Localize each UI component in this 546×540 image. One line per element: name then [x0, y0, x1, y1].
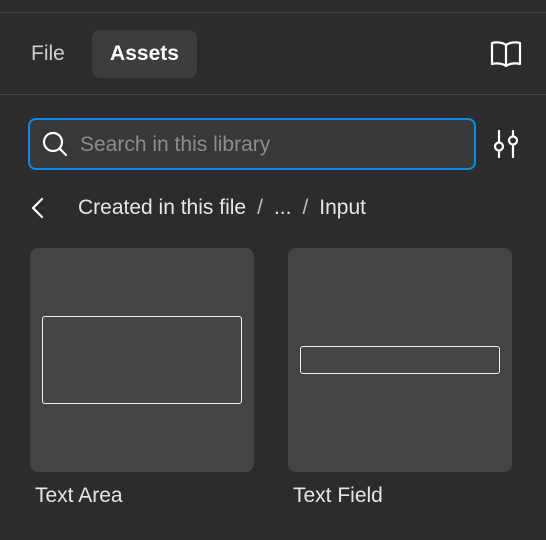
- sliders-icon[interactable]: [492, 128, 520, 160]
- tab-file[interactable]: File: [18, 30, 78, 78]
- breadcrumb-created-in-this-file[interactable]: Created in this file: [78, 196, 246, 219]
- search-box[interactable]: [28, 118, 476, 170]
- breadcrumb-current-input: Input: [319, 196, 367, 219]
- open-book-icon[interactable]: [490, 40, 522, 68]
- breadcrumb: Created in this file /... / Input: [78, 192, 366, 224]
- tabs-divider: [0, 94, 546, 95]
- search-icon: [42, 131, 68, 157]
- component-card-text-field[interactable]: [288, 248, 512, 472]
- component-name: Text Area: [35, 484, 123, 507]
- search-input[interactable]: [78, 120, 462, 170]
- text-area-preview: [42, 316, 242, 404]
- breadcrumb-separator: /: [257, 196, 263, 219]
- tab-assets[interactable]: Assets: [92, 30, 197, 78]
- breadcrumb-ellipsis[interactable]: ...: [274, 196, 292, 219]
- top-divider: [0, 12, 546, 13]
- component-name: Text Field: [293, 484, 383, 507]
- text-field-preview: [300, 346, 500, 374]
- chevron-left-icon[interactable]: [28, 195, 48, 221]
- breadcrumb-separator: /: [302, 196, 309, 219]
- component-card-text-area[interactable]: [30, 248, 254, 472]
